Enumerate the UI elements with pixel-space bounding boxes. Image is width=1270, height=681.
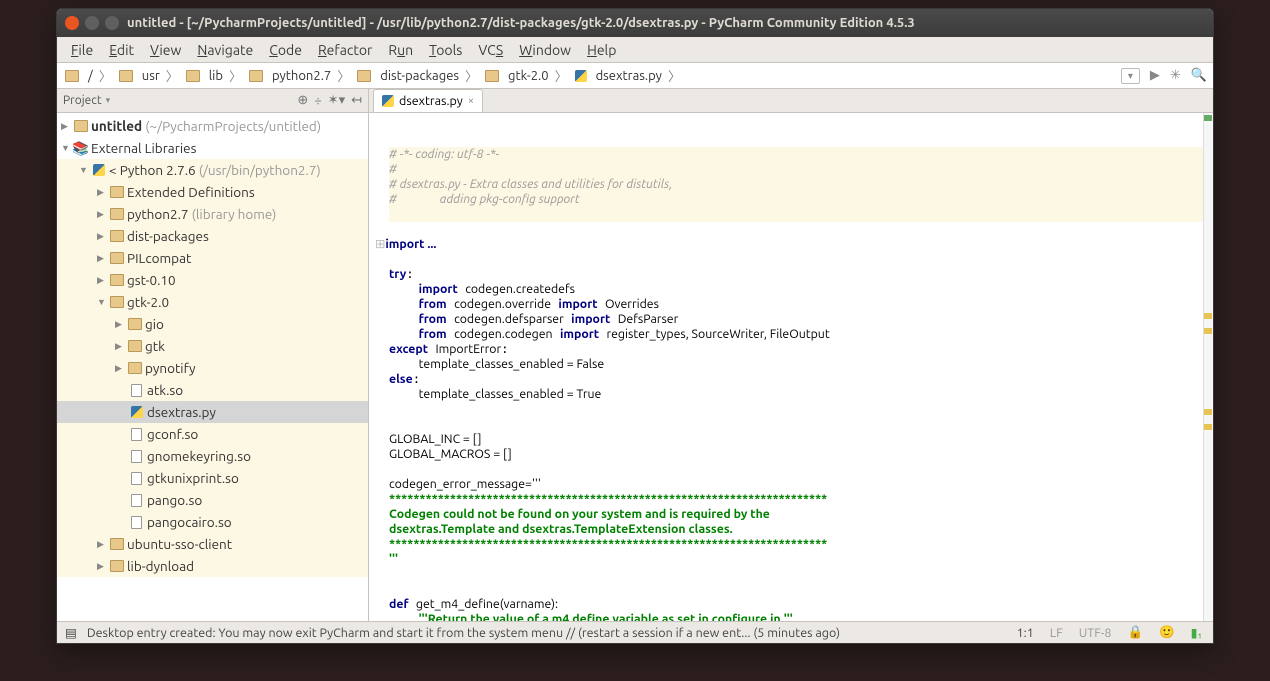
tree-file[interactable]: gconf.so: [57, 423, 368, 445]
status-message[interactable]: Desktop entry created: You may now exit …: [87, 626, 1004, 640]
folder-icon: [186, 70, 200, 82]
menu-navigate[interactable]: Navigate: [191, 40, 259, 60]
cursor-position[interactable]: 1:1: [1014, 626, 1037, 640]
crumb-root[interactable]: /〉: [63, 66, 117, 85]
search-icon[interactable]: 🔍: [1191, 68, 1207, 83]
tree-file-selected[interactable]: dsextras.py: [57, 401, 368, 423]
status-icon[interactable]: ▤: [65, 625, 77, 640]
crumb-usr[interactable]: usr〉: [117, 66, 184, 85]
tree-extlib[interactable]: ▼📚External Libraries: [57, 137, 368, 159]
editor-tabbar: dsextras.py ×: [369, 89, 1213, 113]
navbar-tools: ▾ ▶ ✳ 🔍: [1121, 68, 1207, 84]
error-stripe[interactable]: [1203, 113, 1213, 621]
sidebar-title[interactable]: Project: [63, 94, 102, 107]
tree-gtk[interactable]: ▼gtk-2.0: [57, 291, 368, 313]
gear-icon[interactable]: ✶▾: [328, 93, 345, 108]
tree-file[interactable]: gnomekeyring.so: [57, 445, 368, 467]
code-editor[interactable]: # -*- coding: utf-8 -*-## dsextras.py - …: [369, 113, 1213, 621]
project-sidebar: Project ▾ ⊕ ÷ ✶▾ ↤ ▶untitled (~/PycharmP…: [57, 89, 369, 621]
sidebar-header: Project ▾ ⊕ ÷ ✶▾ ↤: [57, 89, 368, 113]
python-icon: [575, 70, 587, 82]
menu-tools[interactable]: Tools: [423, 40, 468, 60]
folder-icon: [119, 70, 133, 82]
menu-window[interactable]: Window: [513, 40, 577, 60]
tree-item[interactable]: ▶lib-dynload: [57, 555, 368, 577]
folder-icon: [357, 70, 371, 82]
tab-label: dsextras.py: [399, 94, 463, 108]
menu-edit[interactable]: Edit: [103, 40, 140, 60]
breadcrumb-bar: /〉 usr〉 lib〉 python2.7〉 dist-packages〉 g…: [57, 63, 1213, 89]
tree-item[interactable]: ▶python2.7 (library home): [57, 203, 368, 225]
dropdown-button[interactable]: ▾: [1121, 68, 1140, 84]
window-buttons: [65, 16, 119, 30]
editor-pane: dsextras.py × # -*- coding: utf-8 -*-## …: [369, 89, 1213, 621]
tree-item[interactable]: ▶gtk: [57, 335, 368, 357]
menu-view[interactable]: View: [144, 40, 187, 60]
tree-item[interactable]: ▶Extended Definitions: [57, 181, 368, 203]
lock-icon[interactable]: 🔒: [1124, 625, 1146, 640]
crumb-dist[interactable]: dist-packages〉: [355, 66, 483, 85]
menu-run[interactable]: Run: [382, 40, 419, 60]
tree-file[interactable]: pango.so: [57, 489, 368, 511]
crumb-lib[interactable]: lib〉: [184, 66, 247, 85]
tree-item[interactable]: ▶PILcompat: [57, 247, 368, 269]
tree-python[interactable]: ▼< Python 2.7.6 (/usr/bin/python2.7): [57, 159, 368, 181]
tree-item[interactable]: ▶dist-packages: [57, 225, 368, 247]
tree-item[interactable]: ▶ubuntu-sso-client: [57, 533, 368, 555]
python-icon: [382, 95, 394, 107]
status-bar: ▤ Desktop entry created: You may now exi…: [57, 621, 1213, 643]
tree-file[interactable]: pangocairo.so: [57, 511, 368, 533]
menubar: File Edit View Navigate Code Refactor Ru…: [57, 37, 1213, 63]
tree-file[interactable]: atk.so: [57, 379, 368, 401]
locate-icon[interactable]: ÷: [314, 94, 321, 108]
tree-item[interactable]: ▶pynotify: [57, 357, 368, 379]
run-icon[interactable]: ▶: [1150, 68, 1160, 83]
crumb-python27[interactable]: python2.7〉: [247, 66, 355, 85]
crumb-gtk[interactable]: gtk-2.0〉: [483, 66, 573, 85]
menu-code[interactable]: Code: [263, 40, 308, 60]
folder-icon: [65, 70, 79, 82]
vcs-icon[interactable]: ▮₁: [1188, 625, 1205, 640]
hide-icon[interactable]: ↤: [351, 93, 362, 108]
menu-file[interactable]: File: [65, 40, 99, 60]
project-tree[interactable]: ▶untitled (~/PycharmProjects/untitled) ▼…: [57, 113, 368, 621]
minimize-icon[interactable]: [85, 16, 99, 30]
ide-window: untitled - [~/PycharmProjects/untitled] …: [56, 8, 1214, 644]
menu-refactor[interactable]: Refactor: [312, 40, 378, 60]
editor-tab[interactable]: dsextras.py ×: [373, 89, 483, 112]
menu-vcs[interactable]: VCS: [472, 40, 509, 60]
folder-icon: [249, 70, 263, 82]
debug-icon[interactable]: ✳: [1170, 68, 1181, 83]
tree-file[interactable]: gtkunixprint.so: [57, 467, 368, 489]
crumb-file[interactable]: dsextras.py〉: [573, 66, 686, 85]
folder-icon: [485, 70, 499, 82]
menu-help[interactable]: Help: [581, 40, 622, 60]
encoding[interactable]: UTF-8: [1076, 626, 1115, 640]
inspector-icon[interactable]: 🙂: [1156, 625, 1178, 640]
close-icon[interactable]: [65, 16, 79, 30]
line-ending[interactable]: LF: [1047, 626, 1066, 640]
tree-item[interactable]: ▶gst-0.10: [57, 269, 368, 291]
window-title: untitled - [~/PycharmProjects/untitled] …: [127, 16, 915, 30]
close-tab-icon[interactable]: ×: [468, 95, 474, 107]
tree-item[interactable]: ▶gio: [57, 313, 368, 335]
titlebar[interactable]: untitled - [~/PycharmProjects/untitled] …: [57, 9, 1213, 37]
maximize-icon[interactable]: [105, 16, 119, 30]
collapse-icon[interactable]: ⊕: [297, 93, 308, 108]
tree-root[interactable]: ▶untitled (~/PycharmProjects/untitled): [57, 115, 368, 137]
